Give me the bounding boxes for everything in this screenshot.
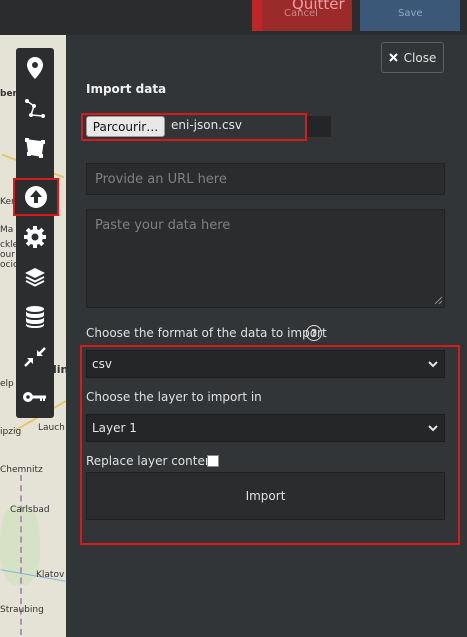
map-label: Carlsbad [10,505,50,515]
database-icon [26,306,44,328]
draw-marker-button[interactable] [16,50,54,86]
map-label: Straubing [0,605,44,615]
quit-cancel-button[interactable]: Quitter Cancel [252,0,352,31]
key-icon [23,392,46,402]
map-label: Lauch [38,423,65,433]
map-label: Klatov [36,570,65,580]
close-label: Close [403,50,437,65]
format-label: Choose the format of the data to import [86,326,327,340]
replace-content-label: Replace layer content [86,454,218,468]
import-button[interactable]: Import [86,472,445,520]
chevron-down-icon [428,361,438,368]
layer-select[interactable]: Layer 1 [86,414,445,442]
draw-line-button[interactable] [16,90,54,126]
layer-label: Choose the layer to import in [86,390,262,404]
help-icon[interactable]: ? [306,325,322,341]
close-button[interactable]: Close [381,42,444,73]
save-label: Save [398,8,423,19]
layers-icon [25,268,45,287]
format-select[interactable]: csv [86,350,445,378]
top-bar: Quitter Cancel Save [0,0,467,35]
panel-title: Import data [86,82,167,96]
selected-file-name: eni-json.csv [171,118,242,132]
browse-file-button[interactable]: Parcourir… [86,116,165,137]
map-label: elp [0,379,14,389]
map-label: Ker [0,197,15,207]
import-data-button[interactable] [13,178,59,216]
replace-content-checkbox[interactable] [207,455,219,467]
map-label: our [0,250,15,260]
layer-select-value: Layer 1 [92,421,137,435]
permissions-button[interactable] [16,379,54,415]
cancel-label: Cancel [284,8,318,19]
map-label: Ma [0,225,14,235]
map-extent-button[interactable] [16,339,54,375]
draw-polygon-button[interactable] [16,130,54,166]
file-input-track [307,116,331,137]
datalayers-button[interactable] [16,299,54,335]
format-select-value: csv [92,357,112,371]
resize-grip-icon[interactable] [434,296,443,305]
chevron-down-icon [428,425,438,432]
expand-arrows-icon [24,347,46,367]
save-button[interactable]: Save [360,0,460,31]
upload-icon [25,186,47,208]
url-input[interactable] [86,163,445,195]
close-icon [388,53,398,62]
polygon-icon [25,138,45,158]
gear-icon [24,226,46,248]
map-label: ipzig [0,427,22,437]
polyline-icon [25,99,45,118]
layers-button[interactable] [16,259,54,295]
map-marker-icon [27,57,43,79]
map-label: Chemnitz [0,465,43,475]
paste-data-textarea[interactable] [86,209,445,308]
settings-button[interactable] [16,219,54,255]
edit-toolbar [13,48,59,418]
